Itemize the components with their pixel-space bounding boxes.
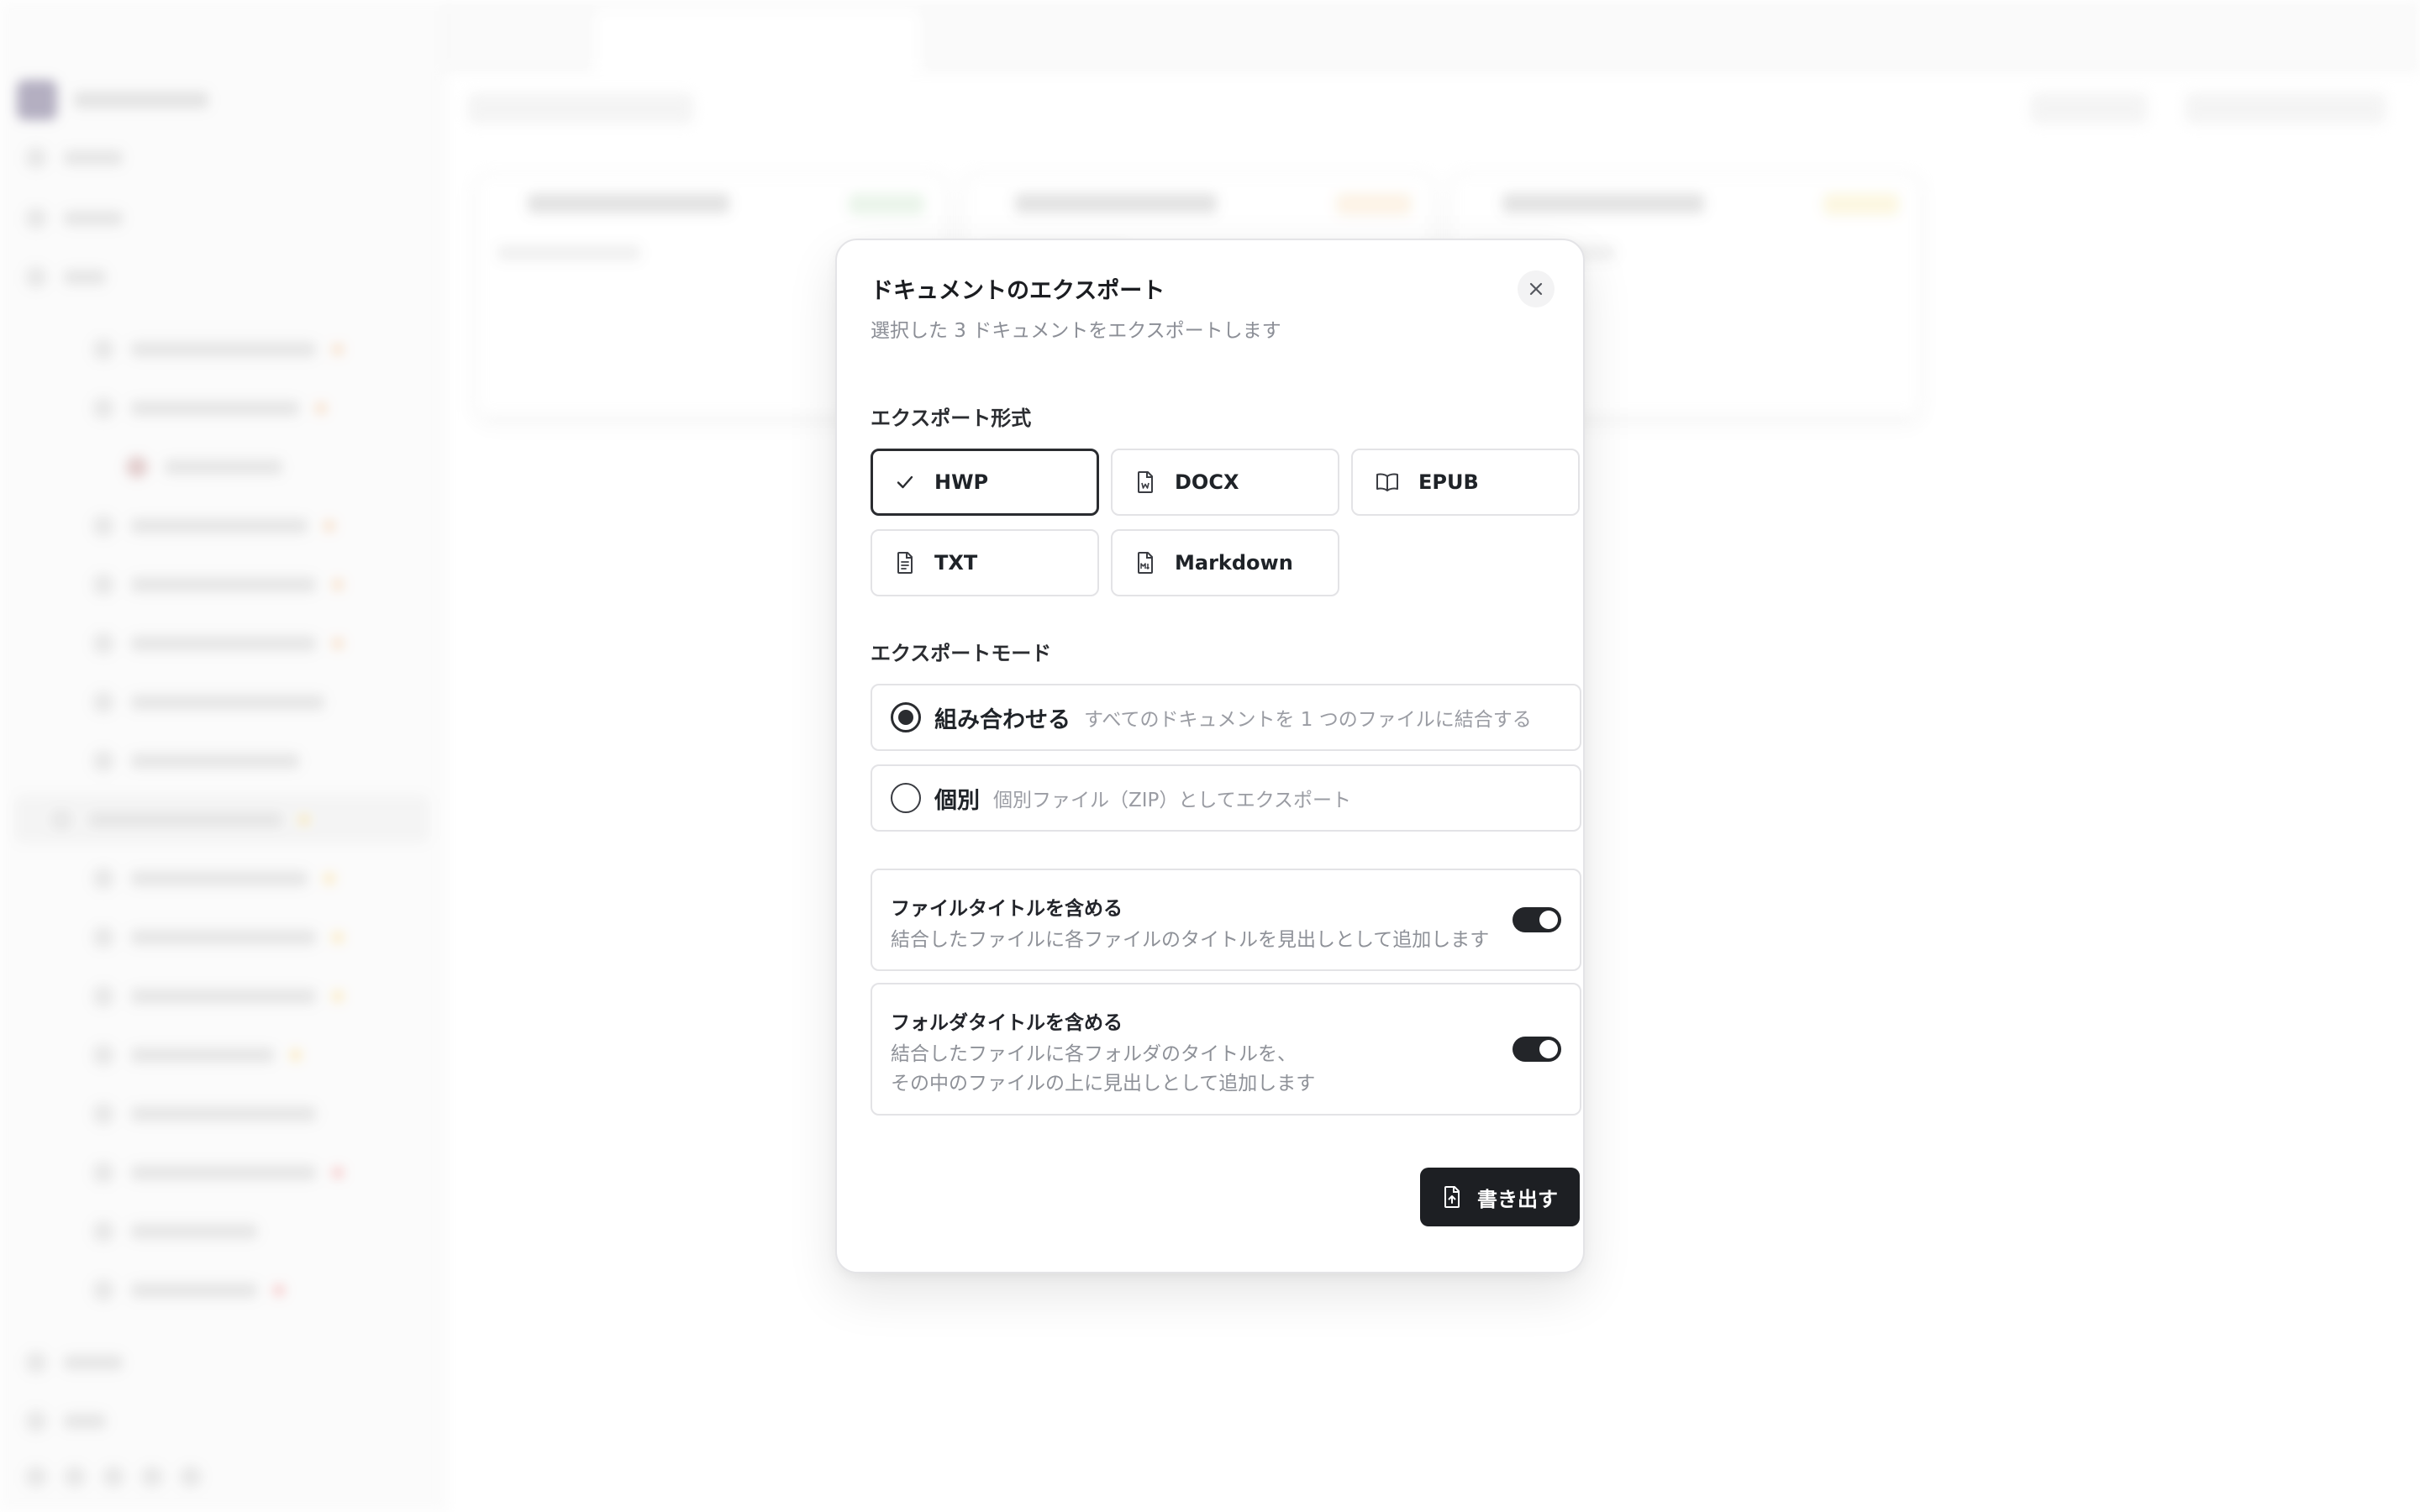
format-section-label: エクスポート形式: [871, 407, 1032, 430]
dialog-title: ドキュメントのエクスポート: [871, 278, 1165, 304]
check-icon: [897, 475, 913, 489]
setting-desc: 結合したファイルに各フォルダのタイトルを、 その中のファイルの上に見出しとして追…: [891, 1040, 1561, 1099]
close-icon: [1529, 282, 1543, 296]
include-folder-title-setting: フォルダタイトルを含める 結合したファイルに各フォルダのタイトルを、 その中のフ…: [871, 983, 1581, 1116]
format-option-label: HWP: [934, 470, 989, 494]
setting-title: ファイルタイトルを含める: [891, 898, 1123, 920]
mode-option-name: 個別: [934, 787, 980, 814]
format-option-docx[interactable]: DOCX: [1111, 449, 1339, 516]
format-option-txt[interactable]: TXT: [871, 529, 1099, 596]
markdown-file-icon: [1138, 552, 1153, 574]
setting-desc: 結合したファイルに各ファイルのタイトルを見出しとして追加します: [891, 929, 1490, 951]
mode-option-desc: 個別ファイル（ZIP）としてエクスポート: [993, 790, 1352, 811]
mode-option-individual[interactable]: 個別 個別ファイル（ZIP）としてエクスポート: [871, 764, 1581, 832]
setting-desc-line: その中のファイルの上に見出しとして追加します: [891, 1073, 1316, 1095]
mode-option-combine[interactable]: 組み合わせる すべてのドキュメントを 1 つのファイルに結合する: [871, 684, 1581, 751]
radio-selected[interactable]: [891, 702, 921, 732]
docx-file-icon: [1138, 471, 1153, 493]
setting-title: フォルダタイトルを含める: [891, 1012, 1123, 1034]
format-option-label: TXT: [934, 551, 978, 575]
export-button[interactable]: 書き出す: [1420, 1168, 1580, 1226]
format-option-label: Markdown: [1175, 551, 1293, 575]
format-option-markdown[interactable]: Markdown: [1111, 529, 1339, 596]
include-file-title-setting: ファイルタイトルを含める 結合したファイルに各ファイルのタイトルを見出しとして追…: [871, 869, 1581, 971]
text-file-icon: [897, 552, 913, 574]
export-dialog: ドキュメントのエクスポート 選択した 3 ドキュメントをエクスポートします エク…: [835, 239, 1585, 1273]
include-folder-title-toggle[interactable]: [1512, 1037, 1561, 1062]
mode-option-desc: すべてのドキュメントを 1 つのファイルに結合する: [1084, 709, 1532, 731]
radio-unselected[interactable]: [891, 783, 921, 813]
close-button[interactable]: [1518, 270, 1555, 307]
setting-desc-line: 結合したファイルに各フォルダのタイトルを、: [891, 1043, 1297, 1065]
format-option-label: DOCX: [1175, 470, 1239, 494]
format-option-epub[interactable]: EPUB: [1351, 449, 1580, 516]
book-open-icon: [1376, 473, 1398, 491]
mode-option-name: 組み合わせる: [934, 706, 1071, 733]
dialog-subtitle: 選択した 3 ドキュメントをエクスポートします: [871, 320, 1281, 342]
export-button-label: 書き出す: [1477, 1187, 1558, 1211]
format-option-hwp[interactable]: HWP: [871, 449, 1099, 516]
format-option-label: EPUB: [1418, 470, 1479, 494]
file-export-icon: [1444, 1186, 1460, 1208]
mode-section-label: エクスポートモード: [871, 642, 1052, 665]
include-file-title-toggle[interactable]: [1512, 907, 1561, 932]
